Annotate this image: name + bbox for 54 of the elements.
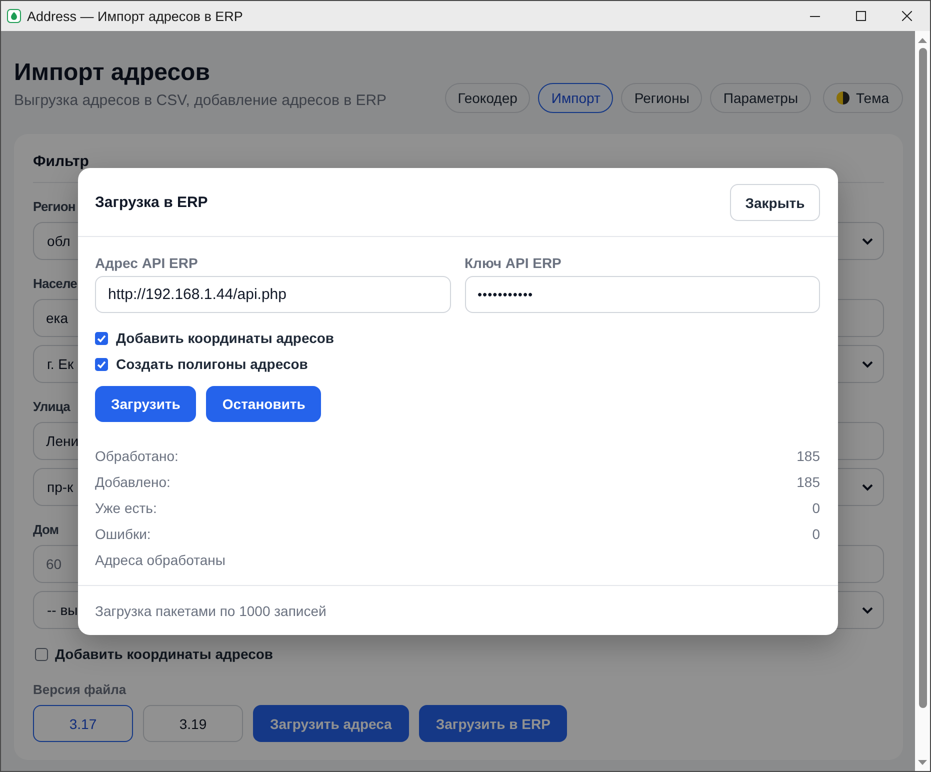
footer-note: Загрузка пакетами по 1000 записей [95, 603, 326, 619]
stat-label: Обработано: [95, 448, 178, 464]
stat-value: 185 [796, 474, 820, 490]
scrollbar-thumb[interactable] [918, 48, 926, 708]
chevron-icon [862, 360, 873, 368]
checkbox-label: Добавить координаты адресов [55, 646, 274, 662]
stat-label: Уже есть: [95, 500, 157, 516]
status-message: Адреса обработаны [95, 552, 226, 568]
scrollbar[interactable] [915, 31, 930, 771]
app-icon [7, 9, 21, 23]
checkbox[interactable] [35, 648, 48, 660]
field-label: Регион [33, 198, 76, 216]
field-label: Дом [33, 521, 59, 539]
password-field[interactable]: ••••••••••• [464, 276, 820, 313]
upload-button[interactable]: Загрузить адреса [253, 705, 409, 742]
action-button[interactable]: Загрузить [95, 386, 196, 422]
filter-title: Фильтр [33, 154, 89, 170]
modal-title: Загрузка в ERP [95, 194, 208, 211]
version-button[interactable]: 3.17 [33, 705, 133, 742]
stat-value: 185 [796, 448, 820, 464]
field-label: Ключ API ERP [464, 254, 562, 272]
field-label: Версия файла [33, 681, 126, 699]
url-field[interactable]: http://192.168.1.44/api.php [95, 276, 450, 313]
nav-tab[interactable]: Импорт [538, 83, 614, 113]
checkbox-label: Добавить координаты адресов [116, 330, 334, 346]
nav-tab[interactable]: Регионы [621, 83, 702, 113]
stat-value: 0 [812, 526, 820, 542]
action-button[interactable]: Остановить [206, 386, 322, 422]
page-subtitle: Выгрузка адресов в CSV, добавление адресов в ERP [14, 91, 387, 111]
contrast-icon [836, 91, 850, 105]
close-icon [902, 11, 912, 21]
nav-tab[interactable]: Геокодер [444, 83, 530, 113]
page-title: Импорт адресов [14, 58, 210, 88]
field-label: Улица [33, 398, 70, 416]
field-label: Адрес API ERP [95, 254, 198, 272]
version-button[interactable]: 3.19 [143, 705, 243, 742]
checkbox-label: Создать полигоны адресов [116, 356, 308, 372]
close-button[interactable]: Закрыть [730, 184, 820, 221]
field-label: Населе [33, 275, 77, 293]
checkbox[interactable] [95, 358, 108, 370]
chevron-icon [862, 484, 873, 490]
stat-value: 0 [812, 500, 820, 516]
scroll-up-icon[interactable] [918, 38, 927, 43]
maximize-icon [856, 11, 866, 21]
checkbox[interactable] [95, 332, 108, 344]
upload-button[interactable]: Загрузить в ERP [418, 705, 568, 742]
window-title: Address — Импорт адресов в ERP [27, 8, 243, 24]
nav-tab[interactable]: Параметры [710, 83, 812, 113]
chevron-icon [862, 238, 873, 244]
chevron-icon [862, 606, 873, 614]
scroll-down-icon[interactable] [918, 760, 927, 765]
stat-label: Добавлено: [95, 474, 170, 490]
stat-label: Ошибки: [95, 526, 151, 542]
theme-button[interactable]: Тема [823, 83, 903, 113]
